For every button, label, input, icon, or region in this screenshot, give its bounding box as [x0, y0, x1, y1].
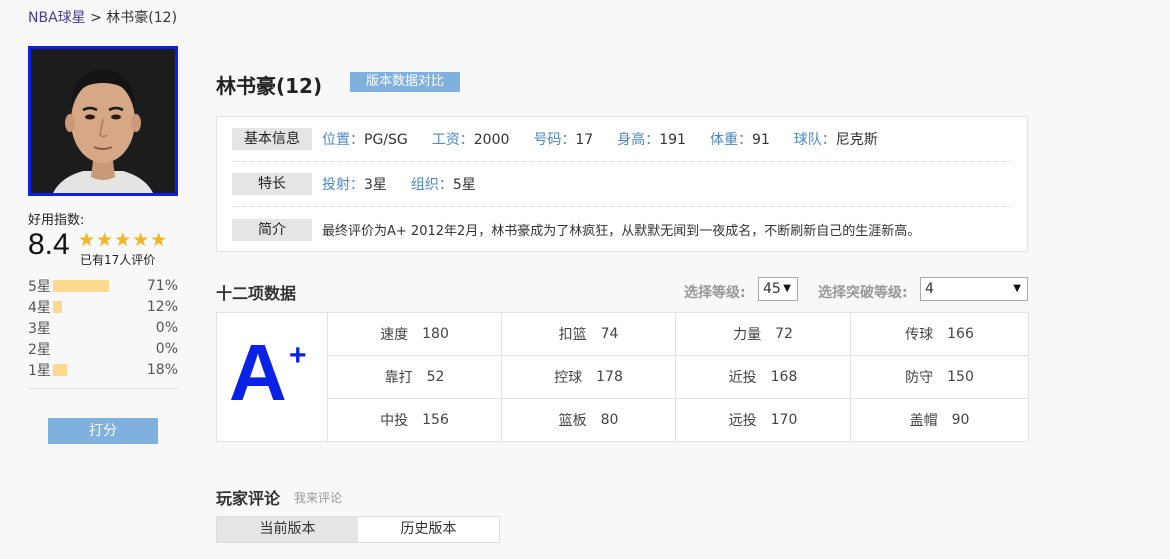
dropdown-arrow-icon: ▼ — [1013, 283, 1021, 294]
dist-label: 3星 — [28, 320, 51, 337]
specialty-row: 特长 投射：3星 组织：5星 — [232, 162, 1012, 207]
basic-info-row: 基本信息 位置：PG/SG 工资：2000 号码：17 身高：191 体重：91… — [232, 117, 1012, 162]
rating-count: 已有17人评价 — [80, 253, 156, 267]
level-select[interactable]: 45 ▼ — [758, 277, 798, 301]
player-portrait-image — [31, 49, 175, 193]
stat-post: 靠打 52 — [328, 356, 502, 399]
stats-grid: 速度 180 扣篮 74 力量 72 传球 166 靠打 52 控球 178 近投 168 防… — [328, 313, 1028, 441]
specialty-tag: 特长 — [232, 173, 312, 195]
dist-row-2: 2星 0% — [28, 338, 178, 359]
write-comment-link[interactable]: 我来评论 — [294, 489, 342, 506]
stat-mid-shot: 中投 156 — [328, 399, 502, 441]
stats-panel: A + 速度 180 扣篮 74 力量 72 传球 166 靠打 52 控球 178 近投 1… — [216, 312, 1029, 442]
stat-speed: 速度 180 — [328, 313, 502, 356]
breadcrumb-root-link[interactable]: NBA球星 — [28, 10, 86, 26]
rate-button[interactable]: 打分 — [48, 418, 158, 444]
position-field: 位置：PG/SG — [322, 132, 408, 148]
breadcrumb: NBA球星 > 林书豪(12) — [28, 7, 177, 27]
rating-title: 好用指数: — [28, 213, 85, 228]
team-field: 球队：尼克斯 — [793, 132, 878, 148]
info-panel: 基本信息 位置：PG/SG 工资：2000 号码：17 身高：191 体重：91… — [216, 116, 1028, 252]
intro-text: 最终评价为A+ 2012年2月，林书豪成为了林疯狂，从默默无闻到一夜成名，不断刷… — [322, 224, 921, 239]
version-tabs: 当前版本 历史版本 — [216, 516, 500, 543]
stat-dunk: 扣篮 74 — [502, 313, 676, 356]
shooting-field: 投射：3星 — [322, 177, 387, 193]
break-level-select-value: 4 — [925, 281, 934, 297]
dist-pct: 0% — [155, 319, 178, 336]
stat-block: 盖帽 90 — [909, 412, 970, 429]
stat-strength: 力量 72 — [676, 313, 851, 356]
dist-label: 2星 — [28, 341, 51, 358]
break-level-label: 选择突破等级: — [818, 285, 908, 301]
dist-row-4: 4星 12% — [28, 296, 178, 317]
dist-label: 1星 — [28, 362, 51, 379]
breadcrumb-current: 林书豪(12) — [106, 10, 178, 26]
dist-label: 5星 — [28, 278, 51, 295]
dist-pct: 71% — [146, 277, 178, 294]
weight-field: 体重：91 — [709, 132, 770, 148]
player-name: 林书豪(12) — [216, 74, 323, 98]
tab-history-version[interactable]: 历史版本 — [358, 517, 499, 542]
dist-pct: 18% — [146, 361, 178, 378]
stat-pass: 传球 166 — [851, 313, 1028, 356]
breadcrumb-separator: > — [90, 10, 102, 26]
grade-cell: A + — [217, 313, 328, 441]
intro-tag: 简介 — [232, 218, 312, 241]
dist-label: 4星 — [28, 299, 51, 316]
dropdown-arrow-icon: ▼ — [783, 283, 791, 294]
stat-rebound: 篮板 80 — [502, 399, 676, 441]
salary-field: 工资：2000 — [431, 132, 510, 148]
dist-bar — [53, 300, 62, 313]
grade-plus: + — [289, 339, 307, 372]
rating-stars-icon: ★★★★★ — [78, 229, 169, 251]
rating-score: 8.4 — [28, 228, 70, 261]
stats-section-title: 十二项数据 — [216, 284, 297, 303]
comments-title: 玩家评论 — [216, 489, 281, 508]
number-field: 号码：17 — [533, 132, 594, 148]
dist-row-5: 5星 71% — [28, 275, 178, 296]
dist-pct: 0% — [155, 340, 178, 357]
divider — [28, 388, 178, 389]
stat-long-shot: 远投 170 — [676, 399, 851, 441]
rating-distribution: 5星 71% 4星 12% 3星 0% 2星 0% 1星 18% — [28, 275, 178, 380]
dist-row-3: 3星 0% — [28, 317, 178, 338]
level-label: 选择等级: — [684, 285, 746, 301]
organize-field: 组织：5星 — [410, 177, 476, 193]
tab-current-version[interactable]: 当前版本 — [217, 517, 358, 542]
dist-row-1: 1星 18% — [28, 359, 178, 380]
dist-bar — [53, 279, 109, 292]
dist-pct: 12% — [146, 298, 178, 315]
basic-info-tag: 基本信息 — [232, 128, 312, 150]
player-avatar — [28, 46, 178, 196]
height-field: 身高：191 — [617, 132, 686, 148]
intro-row: 简介 最终评价为A+ 2012年2月，林书豪成为了林疯狂，从默默无闻到一夜成名，… — [232, 207, 1012, 252]
version-compare-button[interactable]: 版本数据对比 — [350, 72, 460, 92]
break-level-select[interactable]: 4 ▼ — [920, 277, 1028, 301]
stat-defense: 防守 150 — [851, 356, 1028, 399]
dist-bar — [53, 363, 67, 376]
stat-ball-handling: 控球 178 — [502, 356, 676, 399]
level-select-value: 45 — [763, 281, 781, 297]
stat-close-shot: 近投 168 — [676, 356, 851, 399]
grade-letter: A — [229, 328, 287, 417]
